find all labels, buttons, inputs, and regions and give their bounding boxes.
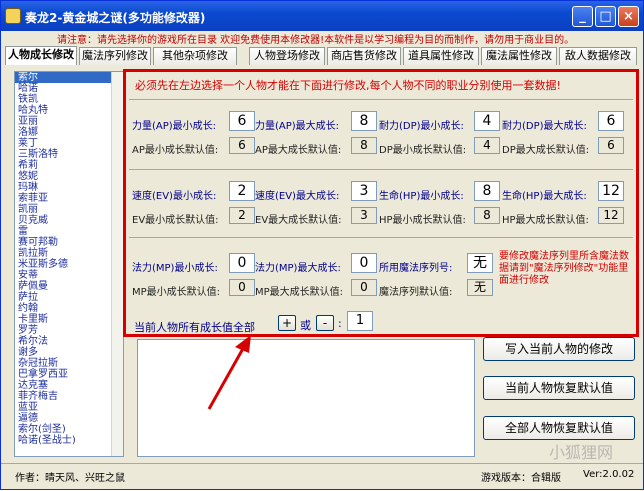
status-bar: 作者：晴天风、兴旺之鼠 游戏版本：合辑版 Ver:2.0.02 (1, 463, 643, 489)
watermark: 小狐狸网 (549, 443, 614, 462)
annotation-arrow (207, 335, 251, 410)
main-window: 奏龙2-黄金城之谜(多功能修改器) _ □ × 请注意：请先选择你的游戏所在目录… (0, 0, 644, 490)
game-version: 游戏版本：合辑版 (481, 473, 561, 484)
app-version: Ver:2.0.02 (583, 469, 635, 480)
author-text: 作者：晴天风、兴旺之鼠 (15, 473, 125, 484)
